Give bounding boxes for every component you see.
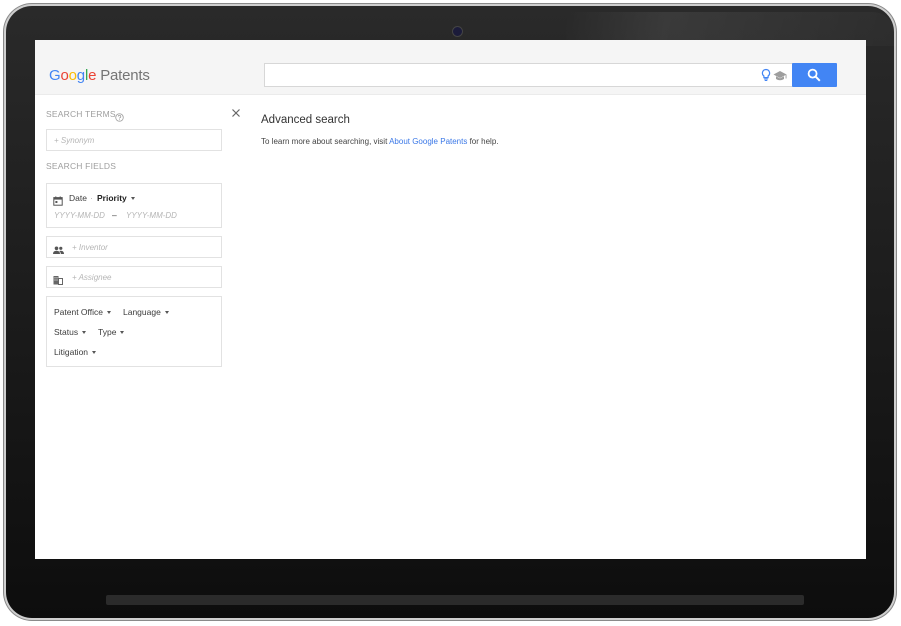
date-range-dash: – (112, 210, 117, 220)
logo-letter: o (68, 67, 77, 84)
laptop-chin (106, 595, 804, 605)
lightbulb-icon[interactable] (759, 68, 773, 82)
logo-letter: o (60, 67, 69, 84)
help-text-prefix: To learn more about searching, visit (261, 137, 390, 146)
status-dropdown[interactable]: Status (54, 327, 87, 337)
help-text: To learn more about searching, visit Abo… (261, 137, 499, 146)
help-text-suffix: for help. (467, 137, 499, 146)
date-to-input[interactable]: YYYY-MM-DD (126, 211, 177, 220)
date-type-value: Priority (97, 193, 127, 203)
assignee-placeholder: + Assignee (72, 273, 112, 282)
search-button[interactable] (792, 63, 837, 87)
inventor-field[interactable]: + Inventor (46, 236, 222, 258)
status-label: Status (54, 327, 79, 337)
patent-office-label: Patent Office (54, 307, 103, 317)
logo-letter: G (49, 67, 61, 84)
browser-screen: Google Patents SEARCH TERMS + Synonym SEA… (35, 40, 866, 559)
date-type-dropdown[interactable]: Priority (97, 193, 135, 203)
logo-product-name: Patents (100, 67, 150, 84)
header-bar: Google Patents (35, 40, 866, 95)
logo-letter: g (76, 67, 85, 84)
patent-office-dropdown[interactable]: Patent Office (54, 307, 111, 317)
litigation-dropdown[interactable]: Litigation (54, 347, 97, 357)
synonym-placeholder: + Synonym (54, 136, 95, 145)
page-title: Advanced search (261, 114, 350, 126)
date-field: Date · Priority YYYY-MM-DD – YYYY-MM-DD (46, 183, 222, 228)
caret-down-icon (120, 331, 125, 335)
help-icon[interactable] (115, 109, 124, 122)
building-icon (53, 272, 63, 290)
synonym-field[interactable]: + Synonym (46, 129, 222, 151)
date-separator: · (90, 193, 93, 203)
google-patents-logo[interactable]: Google Patents (49, 67, 150, 84)
search-input[interactable] (265, 64, 757, 86)
calendar-icon (53, 193, 63, 211)
search-icon (807, 68, 821, 82)
filters-box: Patent Office Language Status Type Litig… (46, 296, 222, 367)
type-dropdown[interactable]: Type (98, 327, 125, 337)
caret-down-icon (92, 351, 97, 355)
type-label: Type (98, 327, 117, 337)
logo-letter: e (88, 67, 97, 84)
inventor-placeholder: + Inventor (72, 243, 108, 252)
language-label: Language (123, 307, 161, 317)
language-dropdown[interactable]: Language (123, 307, 169, 317)
litigation-label: Litigation (54, 347, 89, 357)
search-fields-label: SEARCH FIELDS (46, 161, 117, 171)
assignee-field[interactable]: + Assignee (46, 266, 222, 288)
caret-down-icon (82, 331, 87, 335)
caret-down-icon (106, 311, 111, 315)
caret-down-icon (164, 311, 169, 315)
close-icon[interactable] (231, 105, 241, 117)
date-from-input[interactable]: YYYY-MM-DD (54, 211, 105, 220)
graduation-cap-icon[interactable] (773, 69, 787, 81)
caret-down-icon (130, 197, 135, 201)
webcam (452, 26, 463, 37)
search-bar (264, 63, 793, 87)
people-icon (53, 242, 64, 260)
search-terms-label: SEARCH TERMS (46, 109, 116, 119)
about-google-patents-link[interactable]: About Google Patents (389, 137, 467, 146)
date-label: Date (69, 193, 87, 203)
